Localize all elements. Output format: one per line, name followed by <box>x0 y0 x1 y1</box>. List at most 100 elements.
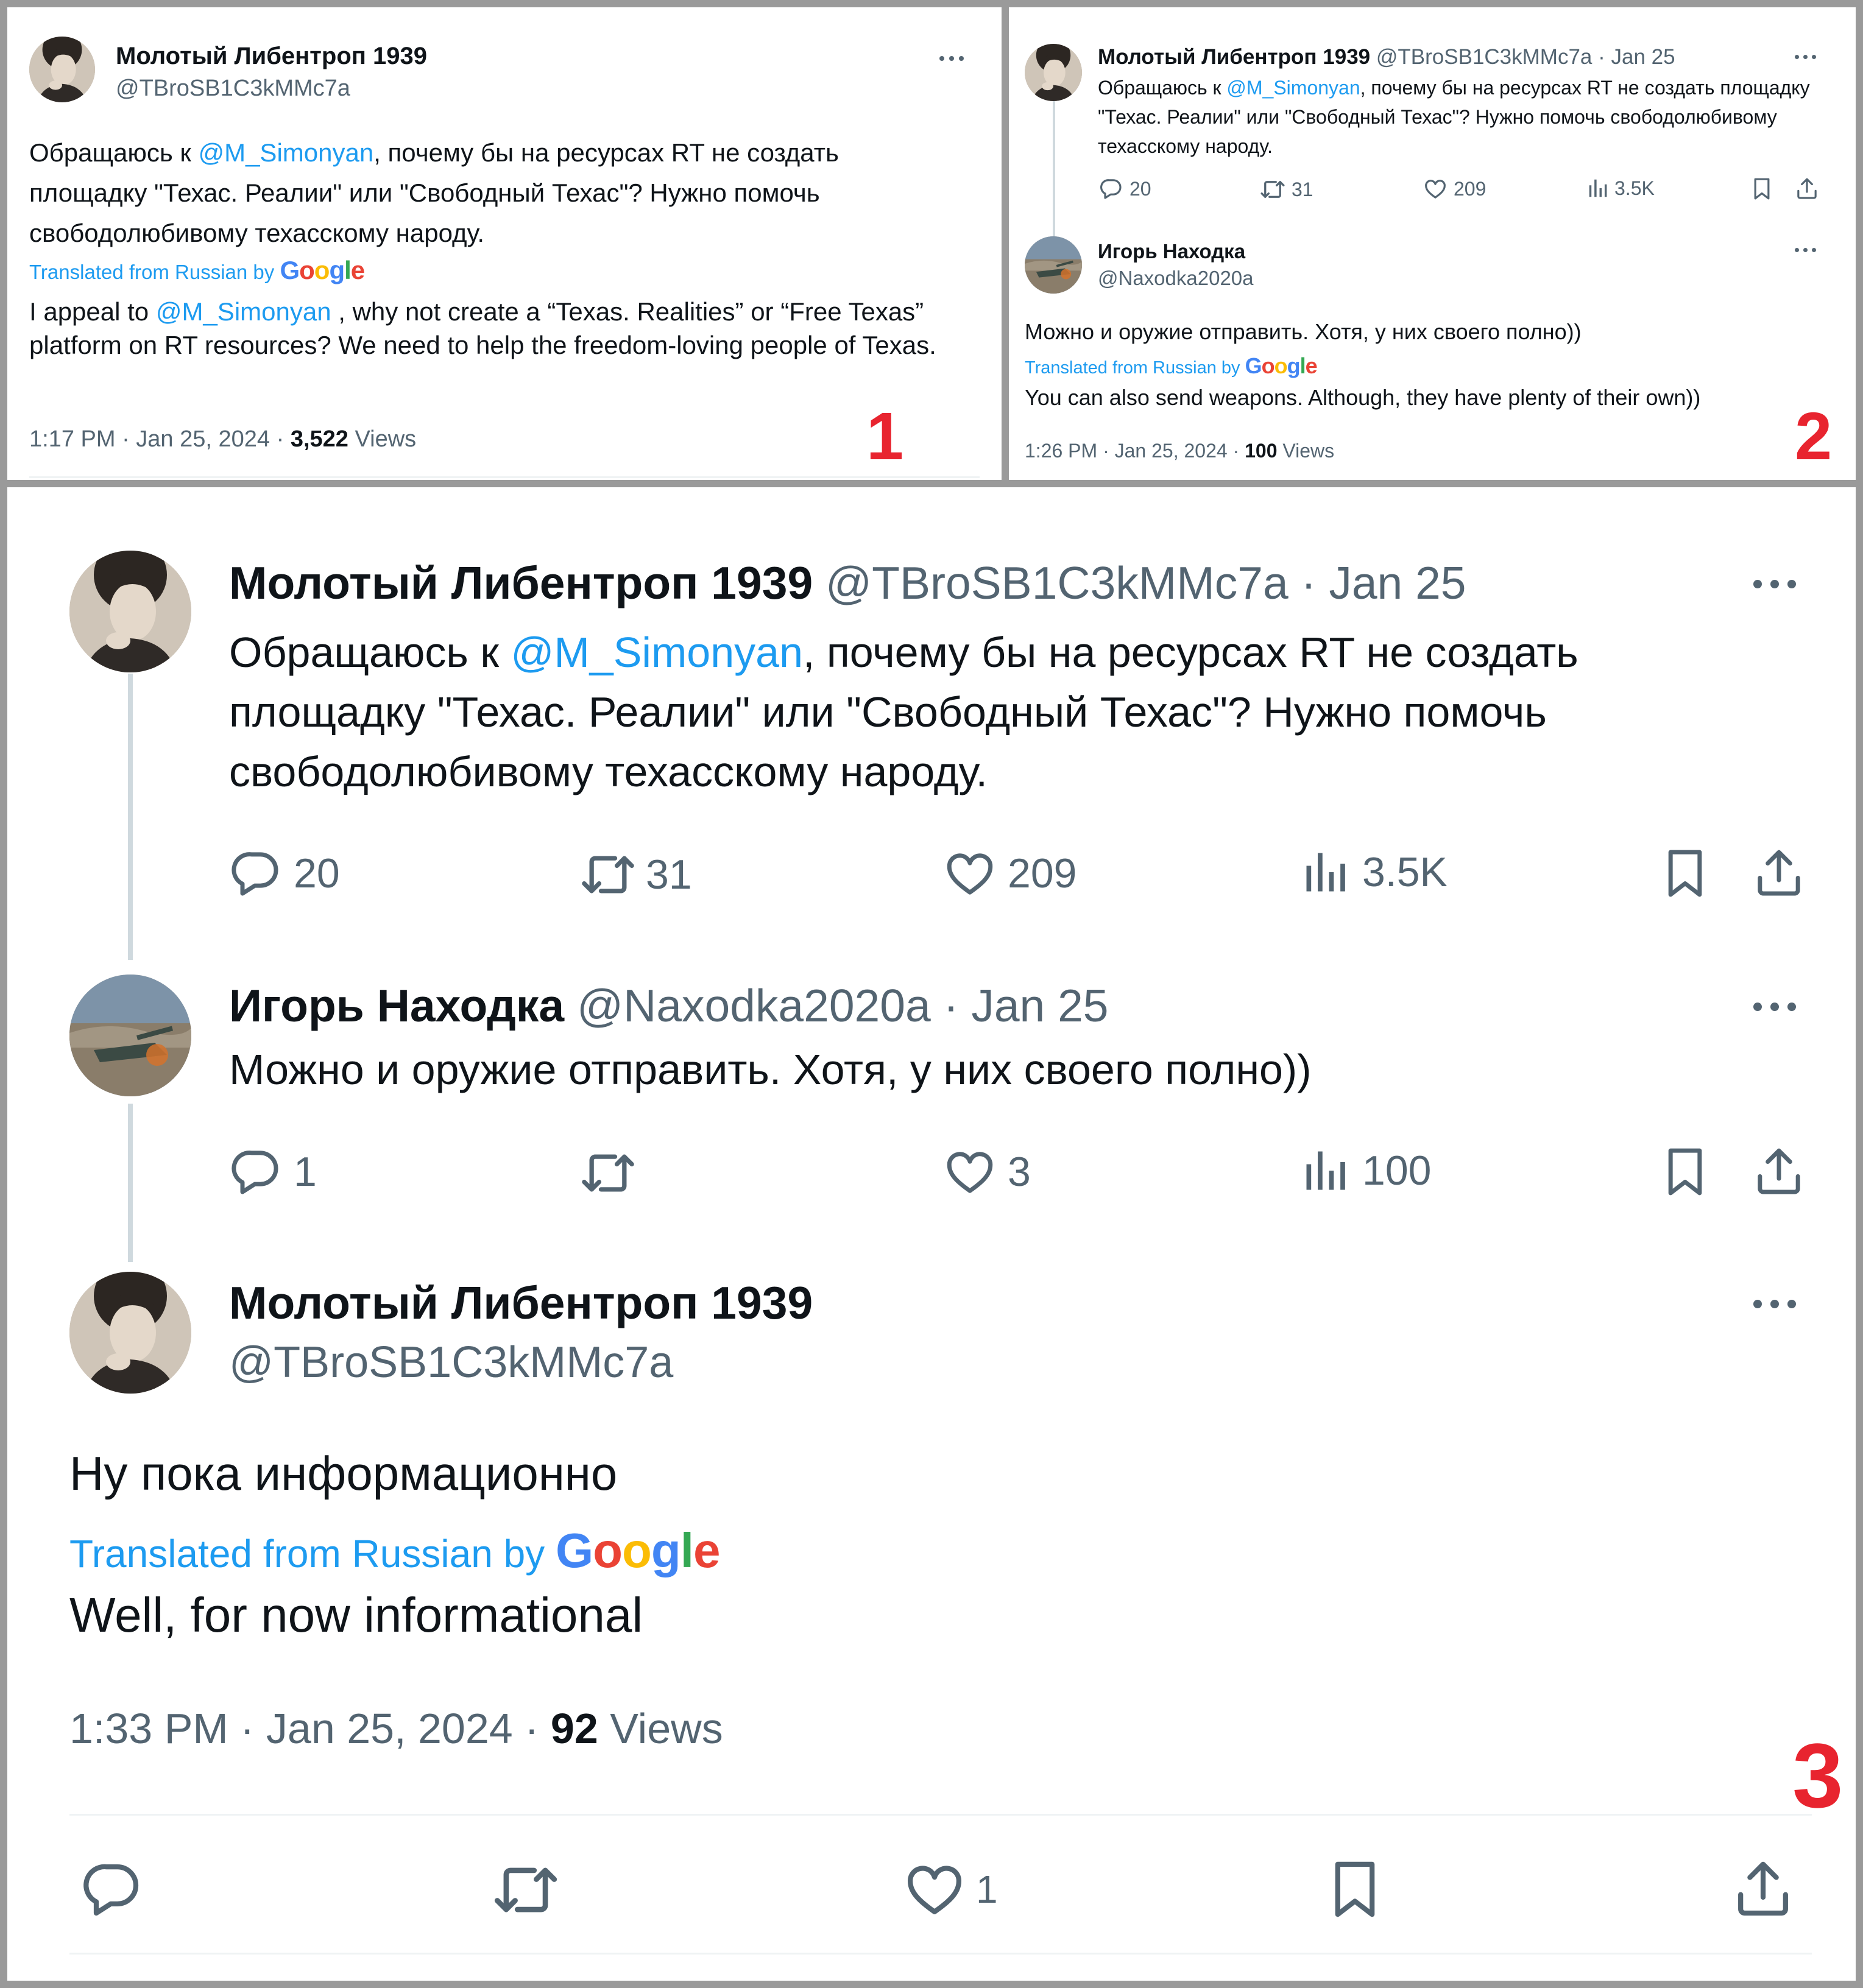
google-logo: Google <box>280 256 365 284</box>
views-icon <box>1300 847 1351 898</box>
author-name[interactable]: Игорь Находка <box>1098 240 1245 263</box>
author-handle[interactable]: @TBroSB1C3kMMc7a <box>116 76 350 102</box>
like-count: 1 <box>976 1867 998 1911</box>
like-button[interactable]: 209 <box>943 847 1076 900</box>
reply-button[interactable]: 20 <box>1099 177 1151 201</box>
panel-number: 2 <box>1795 399 1833 474</box>
divider <box>69 1953 1812 1955</box>
thread-line <box>128 1104 133 1262</box>
tweet-date[interactable]: · Jan 25 <box>1289 557 1466 608</box>
views-count: 3.5K <box>1614 177 1655 199</box>
heart-icon <box>943 847 997 900</box>
bookmark-button[interactable] <box>1750 177 1774 201</box>
reply-button[interactable] <box>80 1858 144 1921</box>
tweet-header: Молотый Либентроп 1939 @TBroSB1C3kMMc7a … <box>229 557 1466 609</box>
tweet-text: Можно и оружие отправить. Хотя, у них св… <box>229 1046 1312 1093</box>
like-button[interactable]: 3 <box>943 1145 1031 1199</box>
reply-button[interactable]: 1 <box>229 1145 317 1199</box>
author-name[interactable]: Молотый Либентроп 1939 <box>1098 45 1370 69</box>
author-name[interactable]: Молотый Либентроп 1939 <box>229 1277 813 1329</box>
like-count: 3 <box>1008 1149 1031 1195</box>
tweet-header: Молотый Либентроп 1939 @TBroSB1C3kMMc7a … <box>1098 45 1675 69</box>
avatar[interactable] <box>69 1272 191 1394</box>
google-logo: Google <box>555 1523 721 1577</box>
mention-link[interactable]: @M_Simonyan <box>198 138 373 167</box>
heart-icon <box>903 1858 966 1921</box>
translated-label: Translated from Russian by <box>29 261 275 283</box>
views-count: 100 <box>1362 1147 1432 1194</box>
repost-button[interactable] <box>492 1856 559 1923</box>
more-options-icon[interactable] <box>1753 1300 1796 1308</box>
translated-label: Translated from Russian by <box>69 1532 545 1576</box>
thread-line <box>1053 99 1055 239</box>
tweet-text: Обращаюсь к @M_Simonyan, почему бы на ре… <box>229 622 1764 802</box>
repost-icon <box>580 847 636 903</box>
avatar[interactable] <box>1025 236 1082 294</box>
translation-text: You can also send weapons. Although, the… <box>1025 385 1701 410</box>
views-label: Views <box>1277 440 1335 462</box>
author-handle[interactable]: @Naxodka2020a <box>577 980 931 1031</box>
avatar[interactable] <box>1025 44 1082 101</box>
translation-part: I appeal to <box>29 297 156 326</box>
translated-note[interactable]: Translated from Russian by Google <box>69 1523 721 1579</box>
more-options-icon[interactable] <box>1753 580 1796 588</box>
share-button[interactable] <box>1731 1858 1795 1921</box>
tweet-timestamp[interactable]: 1:17 PM · Jan 25, 2024 · 3,522 Views <box>29 426 416 453</box>
repost-button[interactable]: 31 <box>580 847 692 903</box>
reply-button[interactable]: 20 <box>229 847 340 900</box>
author-name[interactable]: Игорь Находка <box>229 980 564 1031</box>
tweet-timestamp[interactable]: 1:33 PM · Jan 25, 2024 · 92 Views <box>69 1704 723 1753</box>
author-handle[interactable]: @Naxodka2020a <box>1098 267 1254 290</box>
repost-button[interactable]: 31 <box>1260 177 1313 202</box>
reply-icon <box>229 1145 283 1199</box>
share-button[interactable] <box>1752 847 1806 900</box>
author-name[interactable]: Молотый Либентроп 1939 <box>116 43 427 70</box>
bookmark-button[interactable] <box>1658 847 1712 900</box>
repost-count: 31 <box>646 851 692 898</box>
more-options-icon[interactable] <box>939 56 964 61</box>
repost-button[interactable] <box>580 1145 646 1201</box>
tweet-date[interactable]: · Jan 25 <box>931 980 1109 1031</box>
views-button[interactable]: 3.5K <box>1300 847 1448 898</box>
views-button[interactable]: 100 <box>1300 1145 1431 1196</box>
share-button[interactable] <box>1752 1145 1806 1199</box>
avatar[interactable] <box>69 551 191 672</box>
views-count: 3.5K <box>1362 849 1448 895</box>
views-button[interactable]: 3.5K <box>1586 177 1655 200</box>
tweet-timestamp[interactable]: 1:26 PM · Jan 25, 2024 · 100 Views <box>1025 440 1334 462</box>
views-count: 92 <box>550 1705 598 1752</box>
timestamp-text: 1:17 PM · Jan 25, 2024 · <box>29 426 291 452</box>
tweet-text: Можно и оружие отправить. Хотя, у них св… <box>1025 319 1582 344</box>
translated-note[interactable]: Translated from Russian by Google <box>29 256 365 285</box>
tweet-text: Обращаюсь к @M_Simonyan, почему бы на ре… <box>29 133 943 253</box>
mention-link[interactable]: @M_Simonyan <box>1226 77 1360 99</box>
author-handle[interactable]: @TBroSB1C3kMMc7a <box>825 557 1289 608</box>
like-button[interactable]: 209 <box>1423 177 1486 201</box>
author-name[interactable]: Молотый Либентроп 1939 <box>229 557 813 608</box>
panel-1: Молотый Либентроп 1939 @TBroSB1C3kMMc7a … <box>7 7 1002 480</box>
panel-3: Молотый Либентроп 1939 @TBroSB1C3kMMc7a … <box>7 487 1856 1981</box>
share-button[interactable] <box>1795 177 1819 201</box>
translated-note[interactable]: Translated from Russian by Google <box>1025 353 1318 379</box>
more-options-icon[interactable] <box>1795 248 1816 252</box>
like-button[interactable]: 1 <box>903 1858 998 1921</box>
author-handle[interactable]: @TBroSB1C3kMMc7a <box>1376 45 1593 69</box>
panel-2: Молотый Либентроп 1939 @TBroSB1C3kMMc7a … <box>1009 7 1856 480</box>
avatar[interactable] <box>69 975 191 1096</box>
mention-link[interactable]: @M_Simonyan <box>511 629 803 676</box>
bookmark-button[interactable] <box>1658 1145 1712 1199</box>
tweet-date[interactable]: · Jan 25 <box>1592 45 1675 69</box>
avatar[interactable] <box>29 37 95 102</box>
reply-icon <box>229 847 283 900</box>
more-options-icon[interactable] <box>1753 1003 1796 1011</box>
share-icon <box>1752 1145 1806 1199</box>
tweet-text-part: Обращаюсь к <box>229 629 511 676</box>
views-count: 3,522 <box>290 426 348 452</box>
reply-icon <box>1099 177 1123 201</box>
bookmark-button[interactable] <box>1323 1858 1387 1921</box>
more-options-icon[interactable] <box>1795 55 1816 59</box>
mention-link[interactable]: @M_Simonyan <box>156 297 331 326</box>
author-handle[interactable]: @TBroSB1C3kMMc7a <box>229 1338 673 1387</box>
share-icon <box>1795 177 1819 201</box>
repost-count: 31 <box>1292 178 1313 200</box>
